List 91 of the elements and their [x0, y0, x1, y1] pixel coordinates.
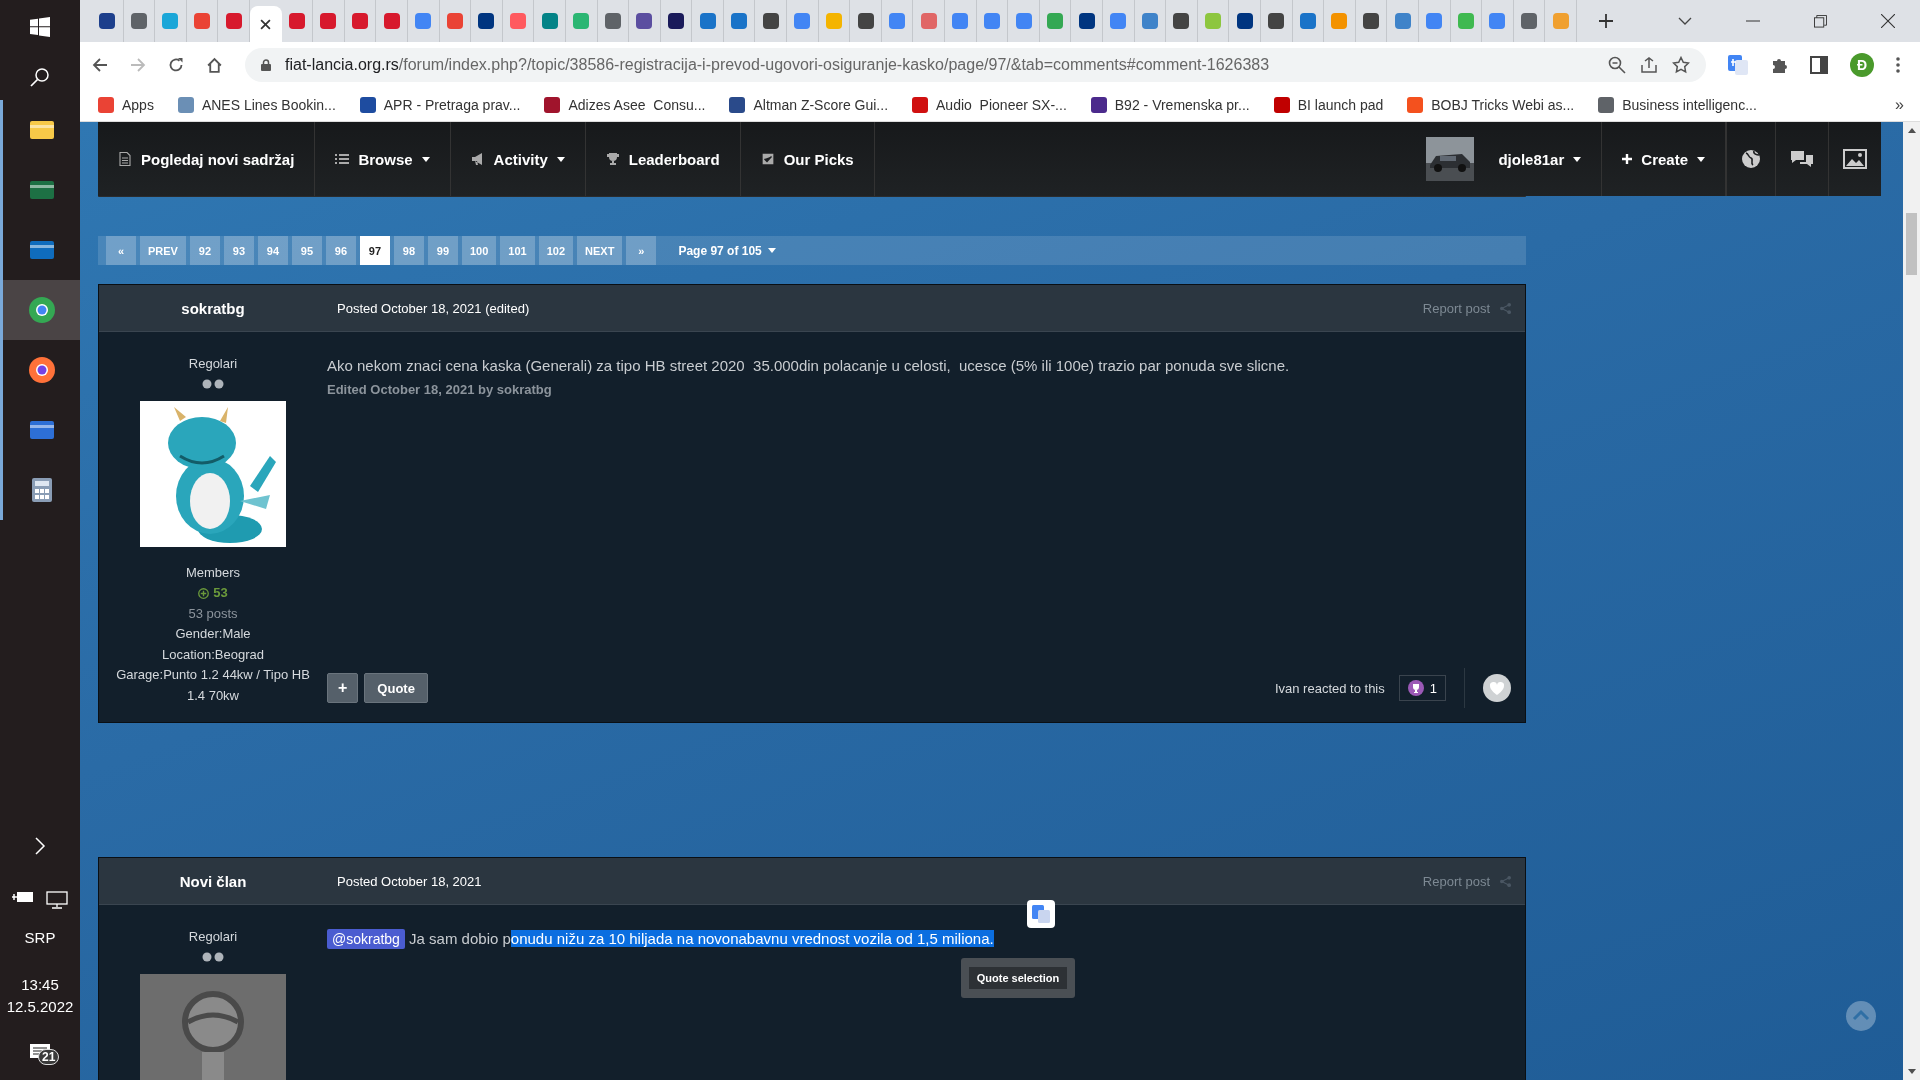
caret-icon — [556, 156, 565, 162]
bookmark[interactable]: Business intelligenc... — [1598, 96, 1757, 113]
bookmark[interactable]: B92 - Vremenska pr... — [1090, 96, 1250, 113]
profile-field: Garage:Punto 1.2 44kw / Tipo HB 1.4 70kw — [113, 665, 313, 706]
bookmark[interactable]: Apps — [98, 96, 154, 113]
like-button[interactable] — [1483, 674, 1511, 702]
firefox-icon[interactable] — [27, 356, 56, 384]
tab-search-icon[interactable] — [1678, 17, 1692, 25]
reputation-count: 53 — [213, 584, 228, 602]
checkbox-icon — [760, 152, 775, 166]
author-name[interactable]: Novi član — [99, 872, 327, 890]
reload-icon[interactable] — [168, 57, 184, 73]
create-menu[interactable]: Create — [1602, 122, 1726, 196]
battery-icon[interactable] — [12, 891, 34, 903]
profile-field: Location:Beograd — [162, 644, 264, 665]
post-count: 53 posts — [188, 604, 238, 623]
share-icon[interactable] — [1640, 56, 1658, 74]
page-button[interactable]: 97 — [359, 236, 390, 265]
reaction-badge[interactable]: 1 — [1398, 675, 1446, 701]
default-avatar-icon[interactable] — [140, 973, 286, 1080]
lock-icon — [261, 59, 271, 71]
post-text: Ako nekom znaci cena kaska (Generali) za tipo HB street 2020 35.000din polacanje u celosti, ucesce (5% ili 100e) trazio par ponuda sve slicne. — [327, 356, 1291, 376]
report-link[interactable]: Report post — [1422, 300, 1490, 316]
member-group: Members — [185, 562, 241, 583]
zoom-icon[interactable] — [1608, 56, 1626, 74]
bookmark[interactable]: BI launch pad — [1273, 96, 1384, 113]
document-icon — [118, 152, 132, 166]
caret-icon — [1697, 156, 1705, 162]
reaction-summary[interactable]: Ivan reacted to this — [1274, 680, 1385, 696]
mention-link[interactable]: @sokratbg — [327, 929, 405, 949]
bookmark[interactable]: Altman Z-Score Gui... — [729, 96, 889, 113]
bookmark[interactable]: BOBJ Tricks Webi as... — [1407, 96, 1575, 113]
home-icon[interactable] — [206, 56, 223, 74]
windows-icon[interactable] — [30, 17, 50, 37]
plus-icon — [1622, 154, 1633, 164]
globe-icon[interactable] — [1741, 149, 1761, 169]
add-button[interactable]: + — [327, 673, 359, 703]
address-bar[interactable]: fiat-lancia.org.rs/forum/index.php?/topic/38586-registracija-i-prevod-ugovori-osiguranje-kasko/page/97/&tab=comments#comment-1626383 — [245, 48, 1706, 82]
translate-icon[interactable] — [1027, 900, 1055, 928]
rank-pips-icon — [202, 378, 224, 389]
scroll-thumb[interactable] — [1906, 213, 1917, 275]
close-icon[interactable] — [1881, 14, 1895, 28]
image-icon[interactable] — [1843, 149, 1867, 169]
language-indicator[interactable]: SRP — [24, 929, 56, 946]
author-name[interactable]: sokratbg — [99, 299, 327, 317]
report-link[interactable]: Report post — [1422, 873, 1490, 889]
scrollbar[interactable] — [1903, 122, 1920, 1080]
megaphone-icon — [470, 152, 485, 166]
bookmark[interactable]: Audio Pioneer SX-... — [912, 96, 1067, 113]
page-jump-menu[interactable]: Page 97 of 105 — [678, 243, 776, 258]
translate-icon[interactable] — [1728, 55, 1748, 75]
caret-icon — [767, 248, 776, 253]
post-date: Posted October 18, 2021 (edited) — [337, 300, 530, 316]
clock-time[interactable]: 13:45 — [21, 974, 59, 996]
caret-icon — [421, 156, 430, 162]
more-bookmarks-button[interactable]: » — [1895, 95, 1904, 114]
bookmark[interactable]: ANES Lines Bookin... — [177, 96, 336, 113]
rank-pips-icon — [202, 951, 224, 962]
scroll-up-icon[interactable] — [1907, 128, 1916, 133]
side-panel-icon[interactable] — [1810, 56, 1828, 74]
notification-count: 21 — [38, 1049, 60, 1065]
chrome-icon[interactable] — [27, 296, 56, 324]
trophy-icon — [1407, 680, 1424, 696]
menu-icon[interactable] — [1896, 57, 1900, 73]
search-icon[interactable] — [30, 67, 50, 87]
close-icon[interactable] — [260, 18, 272, 30]
chat-icon[interactable] — [1790, 149, 1814, 169]
quote-selection-button[interactable]: Quote selection — [968, 967, 1068, 989]
edited-note: Edited October 18, 2021 by sokratbg — [327, 382, 553, 397]
back-icon[interactable] — [92, 57, 108, 73]
extensions-icon[interactable] — [1770, 56, 1788, 74]
plus-circle-icon — [198, 587, 210, 599]
scroll-down-icon[interactable] — [1907, 1069, 1916, 1074]
rank-title: Regolari — [188, 355, 238, 373]
monitor-icon[interactable] — [46, 891, 68, 909]
caret-icon — [1573, 156, 1582, 162]
bookmark[interactable]: Adizes Asee Consu... — [544, 96, 706, 113]
clock-date[interactable]: 12.5.2022 — [6, 996, 74, 1018]
list-icon — [335, 152, 350, 166]
rank-title: Regolari — [188, 928, 238, 946]
restore-icon[interactable] — [1814, 14, 1827, 28]
quote-button[interactable]: Quote — [364, 673, 428, 703]
star-icon[interactable] — [1672, 56, 1690, 74]
profile-avatar[interactable]: Đ — [1850, 53, 1874, 77]
new-tab-icon[interactable] — [1598, 14, 1613, 28]
browser-tab[interactable] — [249, 6, 282, 42]
bookmark[interactable]: APR - Pretraga prav... — [359, 96, 521, 113]
post-date: Posted October 18, 2021 — [337, 873, 482, 889]
trophy-icon — [605, 152, 620, 166]
profile-field: Gender:Male — [175, 624, 251, 645]
chevron-icon[interactable] — [34, 836, 46, 856]
